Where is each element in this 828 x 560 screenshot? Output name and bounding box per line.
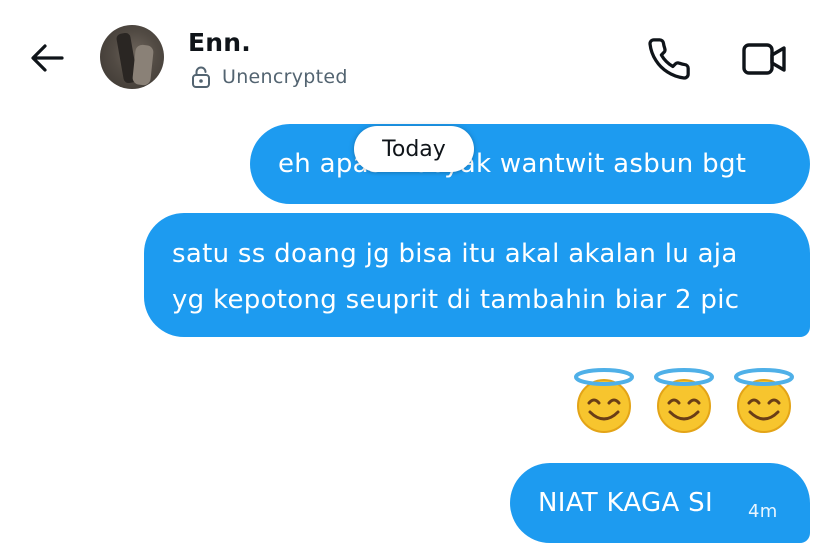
encryption-status-label: Unencrypted	[222, 66, 348, 88]
phone-icon	[648, 38, 690, 80]
avatar[interactable]	[100, 25, 164, 89]
call-button[interactable]	[646, 36, 692, 82]
message-bubble[interactable]: satu ss doang jg bisa itu akal akalan lu…	[144, 213, 810, 337]
unlocked-lock-icon	[192, 66, 210, 88]
contact-name[interactable]: Enn.	[188, 28, 251, 57]
smiling-face-with-halo-icon	[574, 368, 634, 433]
video-call-button[interactable]	[738, 36, 790, 82]
smiling-face-with-halo-icon	[734, 368, 794, 433]
message-text-line: satu ss doang jg bisa itu akal akalan lu…	[172, 239, 738, 269]
message-timestamp: 4m	[748, 501, 778, 522]
message-bubble[interactable]: NIAT KAGA SI 4m	[510, 463, 810, 543]
message-bubble[interactable]: eh apasi kocyak wantwit asbun bgt	[250, 124, 810, 204]
smiling-face-with-halo-icon	[654, 368, 714, 433]
video-camera-icon	[742, 43, 786, 75]
arrow-left-icon	[31, 44, 64, 72]
conversation-header: Enn. Unencrypted	[0, 0, 828, 112]
message-text: NIAT KAGA SI	[538, 488, 713, 518]
date-divider: Today	[354, 126, 474, 172]
message-text: eh apasi kocyak wantwit asbun bgt	[278, 149, 747, 179]
encryption-status: Unencrypted	[190, 64, 348, 90]
back-button[interactable]	[28, 40, 68, 76]
message-text-line: yg kepotong seuprit di tambahin biar 2 p…	[172, 285, 740, 315]
